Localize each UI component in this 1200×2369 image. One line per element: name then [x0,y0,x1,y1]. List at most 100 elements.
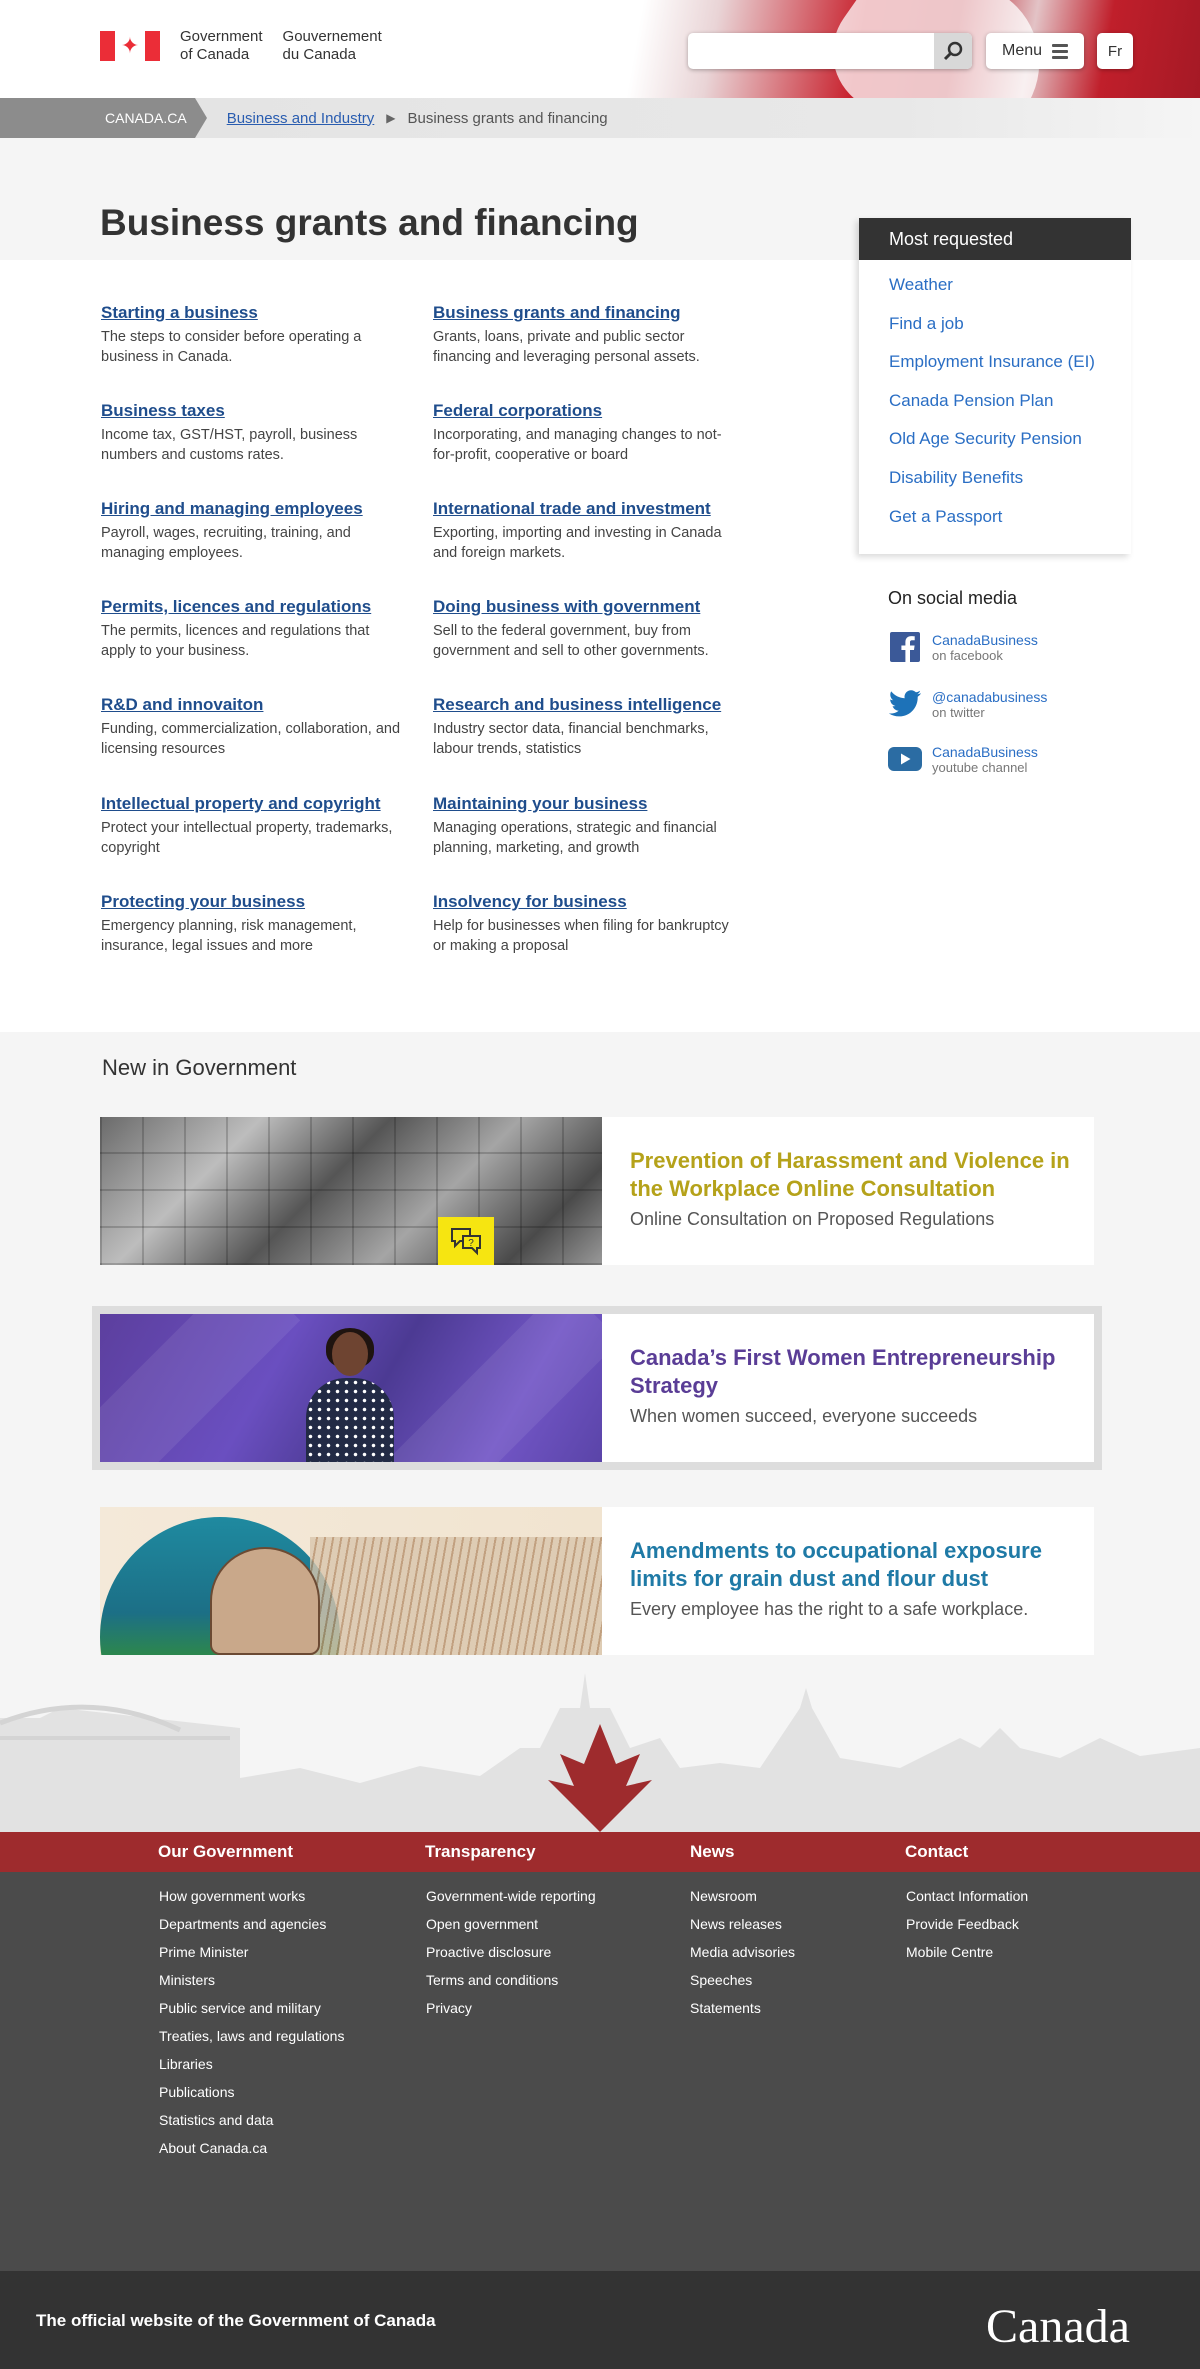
footer-link[interactable]: Prime Minister [159,1942,344,1970]
topic-item: Business taxes Income tax, GST/HST, payro… [101,401,401,465]
topic-link[interactable]: Intellectual property and copyright [101,794,401,814]
menu-label: Menu [1001,42,1043,59]
topic-link[interactable]: Maintaining your business [433,794,733,814]
most-requested-title: Most requested [859,218,1131,260]
footer-link[interactable]: Statistics and data [159,2110,344,2138]
search-button[interactable] [934,33,972,69]
topic-link[interactable]: Starting a business [101,303,401,323]
footer-link[interactable]: Proactive disclosure [426,1942,596,1970]
feature-card[interactable]: Canada’s First Women Entrepreneurship St… [100,1314,1094,1462]
flour-sack-illustration [210,1547,320,1655]
footer-link[interactable]: Media advisories [690,1942,795,1970]
most-requested-link[interactable]: Old Age Security Pension [889,426,1131,465]
footer-link[interactable]: How government works [159,1886,344,1914]
footer-link[interactable]: Contact Information [906,1886,1028,1914]
feature-image: ? [100,1117,602,1265]
footer-link[interactable]: Treaties, laws and regulations [159,2026,344,2054]
feature-image [100,1507,602,1655]
topic-item: Business grants and financing Grants, loa… [433,303,733,367]
topic-link[interactable]: Doing business with government [433,597,743,617]
topic-link[interactable]: Hiring and managing employees [101,499,401,519]
footer-link[interactable]: About Canada.ca [159,2138,344,2166]
topic-description: Industry sector data, financial benchmar… [433,721,709,757]
topic-link[interactable]: Insolvency for business [433,892,733,912]
topic-description: Protect your intellectual property, trad… [101,820,393,856]
most-requested-link[interactable]: Find a job [889,311,1131,350]
social-platform: on facebook [932,648,1003,663]
sub-footer: The official website of the Government o… [0,2271,1200,2369]
breadcrumb-parent[interactable]: Business and Industry [227,110,375,127]
topic-link[interactable]: Federal corporations [433,401,733,421]
feature-image [100,1314,602,1462]
topic-link[interactable]: Business grants and financing [433,303,733,323]
most-requested-link[interactable]: Canada Pension Plan [889,388,1131,427]
footer-links-news: Newsroom News releases Media advisories … [690,1886,795,2026]
footer-link[interactable]: News releases [690,1914,795,1942]
breadcrumb: CANADA.CA Business and Industry ▶ Busine… [0,98,1200,138]
footer-link[interactable]: Departments and agencies [159,1914,344,1942]
new-in-government-title: New in Government [102,1055,297,1080]
breadcrumb-home[interactable]: CANADA.CA [0,98,207,138]
canada-flag-icon: ✦ [100,31,160,61]
footer-column-title: Transparency [425,1842,536,1861]
search-box [688,33,972,69]
footer-link[interactable]: Government-wide reporting [426,1886,596,1914]
most-requested-link[interactable]: Disability Benefits [889,465,1131,504]
social-media-title: On social media [888,588,1018,608]
topic-description: The steps to consider before operating a… [101,329,362,365]
most-requested-link[interactable]: Get a Passport [889,504,1131,543]
footer-link[interactable]: Publications [159,2082,344,2110]
youtube-icon [888,744,922,774]
menu-button[interactable]: Menu [986,33,1084,69]
footer-link[interactable]: Provide Feedback [906,1914,1028,1942]
social-platform: youtube channel [932,760,1028,775]
topic-description: Help for businesses when filing for bank… [433,918,729,954]
topic-link[interactable]: Protecting your business [101,892,401,912]
footer-link[interactable]: Statements [690,1998,795,2026]
social-account: CanadaBusiness [932,744,1038,760]
most-requested-link[interactable]: Weather [889,272,1131,311]
footer-link[interactable]: Mobile Centre [906,1942,1028,1970]
twitter-icon [888,689,922,719]
social-account: CanadaBusiness [932,632,1038,648]
site-header: ✦ Government of Canada Gouvernement du C… [0,0,1200,98]
topic-link[interactable]: Research and business intelligence [433,695,733,715]
topic-item: Research and business intelligence Indust… [433,695,733,759]
woman-portrait [306,1328,394,1462]
most-requested-link[interactable]: Employment Insurance (EI) [889,349,1131,388]
breadcrumb-arrow-icon: ▶ [386,111,396,125]
footer-link[interactable]: Privacy [426,1998,596,2026]
topic-link[interactable]: Permits, licences and regulations [101,597,401,617]
topic-description: Grants, loans, private and public sector… [433,329,700,365]
topic-link[interactable]: Business taxes [101,401,401,421]
social-facebook[interactable]: CanadaBusiness on facebook [888,632,1038,663]
feature-title: Prevention of Harassment and Violence in… [630,1148,1070,1201]
topic-item: R&D and innovaiton Funding, commercializa… [101,695,401,759]
search-icon [943,41,963,61]
topic-link[interactable]: International trade and investment [433,499,733,519]
footer-link[interactable]: Ministers [159,1970,344,1998]
footer-link[interactable]: Libraries [159,2054,344,2082]
search-input[interactable] [688,33,932,69]
ottawa-skyline-illustration [0,1668,1200,1832]
topic-link[interactable]: R&D and innovaiton [101,695,401,715]
footer-links-contact: Contact Information Provide Feedback Mob… [906,1886,1028,1970]
official-site-text: The official website of the Government o… [36,2311,436,2330]
feature-title: Amendments to occupational exposure limi… [630,1538,1042,1591]
social-twitter[interactable]: @canadabusiness on twitter [888,689,1047,720]
footer-link[interactable]: Open government [426,1914,596,1942]
footer-link[interactable]: Newsroom [690,1886,795,1914]
gov-name-en: Government of Canada [180,28,263,63]
feature-card[interactable]: Amendments to occupational exposure limi… [100,1507,1094,1655]
government-signature[interactable]: ✦ Government of Canada Gouvernement du C… [100,28,382,64]
feature-subtitle: Online Consultation on Proposed Regulati… [630,1209,995,1229]
social-youtube[interactable]: CanadaBusiness youtube channel [888,744,1038,775]
footer-link[interactable]: Public service and military [159,1998,344,2026]
topic-description: Funding, commercialization, collaboratio… [101,721,401,757]
footer-link[interactable]: Speeches [690,1970,795,1998]
language-toggle[interactable]: Fr [1097,33,1133,69]
footer-link[interactable]: Terms and conditions [426,1970,596,1998]
feature-card[interactable]: ? Prevention of Harassment and Violence … [100,1117,1094,1265]
footer-links-our-government: How government works Departments and age… [159,1886,344,2166]
topic-item: Federal corporations Incorporating, and m… [433,401,733,465]
